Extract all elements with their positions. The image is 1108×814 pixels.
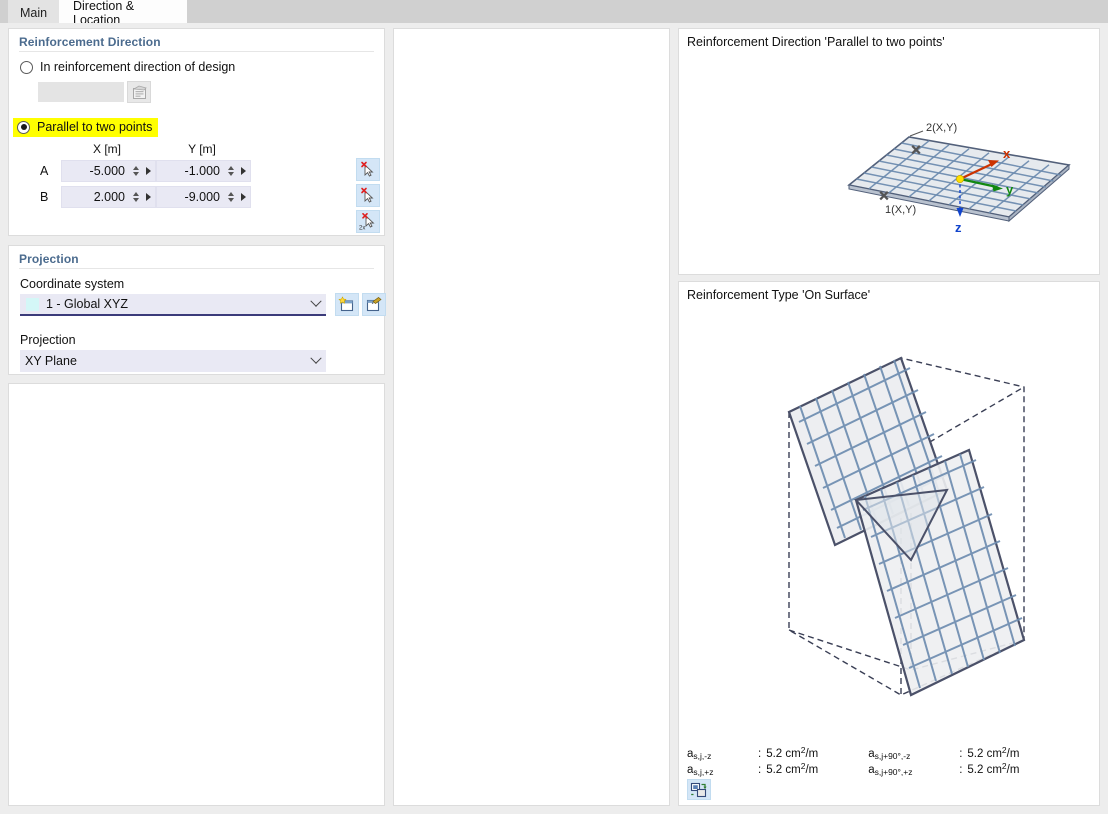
reinforcement-direction-preview-graphic: 2(X,Y) 1(X,Y) x y z	[847, 122, 1071, 235]
reinforcement-direction-title: Reinforcement Direction	[19, 35, 161, 49]
leader-line-2	[909, 130, 924, 137]
point-a-x-value: -5.000	[89, 164, 125, 178]
axis-label-z: z	[955, 220, 962, 235]
radio-indicator-design	[20, 60, 33, 74]
result-colon: :	[758, 748, 762, 760]
point-b-y-value: -9.000	[184, 190, 220, 204]
radio-parallel-highlight: Parallel to two points	[13, 118, 159, 137]
middle-empty-panel	[393, 28, 670, 806]
reinforcement-type-preview-graphic	[787, 356, 1026, 697]
result-colon: :	[758, 764, 762, 776]
radio-parallel-to-two-points[interactable]: Parallel to two points	[13, 118, 159, 137]
result-value: 5.2 cm2/m	[967, 745, 1020, 760]
reinforcement-type-preview-panel: Reinforcement Type 'On Surface' as,j,-z …	[678, 281, 1100, 806]
new-coordinate-system-button[interactable]	[335, 293, 359, 316]
result-as-j90-plus-z: as,j+90°,+z : 5.2 cm2/m	[868, 761, 1051, 777]
node-label-1: 1(X,Y)	[885, 204, 916, 216]
reinforcement-type-preview-title: Reinforcement Type 'On Surface'	[687, 288, 871, 302]
point-a-x-input[interactable]: -5.000	[61, 160, 156, 182]
pick-point-icon	[360, 161, 374, 177]
axis-label-x: x	[1003, 146, 1011, 161]
result-as-j90-minus-z: as,j+90°,-z : 5.2 cm2/m	[868, 745, 1051, 761]
pick-point-a-button[interactable]	[356, 158, 380, 181]
point-b-x-more-button[interactable]	[141, 187, 155, 207]
result-key: as,j+90°,+z	[868, 764, 913, 777]
result-as-j-minus-z: as,j,-z : 5.2 cm2/m	[687, 745, 850, 761]
point-b-y-more-button[interactable]	[236, 187, 250, 207]
projection-plane-value: XY Plane	[25, 354, 77, 368]
result-row: as,j,+z : 5.2 cm2/m as,j+90°,+z : 5.2 cm…	[687, 761, 1051, 777]
radio-label-parallel: Parallel to two points	[37, 120, 153, 134]
chevron-down-icon[interactable]	[306, 357, 326, 365]
result-colon: :	[959, 748, 963, 760]
point-a-y-input[interactable]: -1.000	[156, 160, 251, 182]
toggle-graphic-button[interactable]	[687, 779, 711, 800]
result-row: as,j,-z : 5.2 cm2/m as,j+90°,-z : 5.2 cm…	[687, 745, 1051, 761]
chevron-down-icon[interactable]	[306, 300, 326, 308]
list-select-icon-button	[127, 81, 151, 103]
pick-two-points-button[interactable]: 2x	[356, 210, 380, 233]
point-b-y-stepper[interactable]	[225, 187, 236, 207]
tab-direction-and-location[interactable]: Direction & Location	[59, 0, 187, 27]
reinforcement-direction-panel: Reinforcement Direction In reinforcement…	[8, 28, 385, 236]
result-key: as,j,+z	[687, 764, 714, 777]
result-value: 5.2 cm2/m	[967, 761, 1020, 776]
radio-indicator-parallel	[17, 120, 30, 134]
point-a-y-value: -1.000	[184, 164, 220, 178]
column-header-x: X [m]	[92, 142, 121, 156]
coordinate-system-label: Coordinate system	[20, 277, 125, 291]
coordinate-system-color-swatch	[26, 297, 39, 311]
point-a-y-more-button[interactable]	[236, 161, 250, 181]
point-b-x-input[interactable]: 2.000	[61, 186, 156, 208]
pick-2-points-icon: 2x	[359, 212, 375, 231]
reinforcement-area-results: as,j,-z : 5.2 cm2/m as,j+90°,-z : 5.2 cm…	[687, 745, 1051, 780]
new-coordinate-system-icon	[338, 296, 354, 312]
point-b-x-value: 2.000	[93, 190, 125, 204]
tab-strip: Main Direction & Location	[0, 0, 1108, 27]
row-label-a: A	[40, 164, 49, 178]
coordinate-system-select[interactable]: 1 - Global XYZ	[20, 294, 326, 316]
reinforcement-direction-preview-panel: Reinforcement Direction 'Parallel to two…	[678, 28, 1100, 275]
result-as-j-plus-z: as,j,+z : 5.2 cm2/m	[687, 761, 850, 777]
projection-plane-select[interactable]: XY Plane	[20, 350, 326, 372]
projection-plane-label: Projection	[20, 333, 76, 347]
point-b-y-input[interactable]: -9.000	[156, 186, 251, 208]
toggle-graphic-icon	[690, 782, 707, 797]
coordinate-system-value: 1 - Global XYZ	[46, 297, 128, 311]
section-divider	[19, 51, 374, 52]
projection-title: Projection	[19, 252, 79, 266]
point-a-x-stepper[interactable]	[130, 161, 141, 181]
result-key: as,j+90°,-z	[868, 748, 911, 761]
result-value: 5.2 cm2/m	[766, 761, 819, 776]
result-value: 5.2 cm2/m	[766, 745, 819, 760]
tab-strip-underline	[0, 23, 1108, 25]
edit-coordinate-system-icon	[366, 297, 382, 312]
pick-point-b-button[interactable]	[356, 184, 380, 207]
section-divider	[19, 268, 374, 269]
point-b-x-stepper[interactable]	[130, 187, 141, 207]
row-label-b: B	[40, 190, 49, 204]
design-direction-input	[38, 82, 124, 102]
result-key: as,j,-z	[687, 748, 712, 761]
origin-point	[955, 175, 964, 184]
node-label-2: 2(X,Y)	[926, 122, 957, 134]
radio-label-design: In reinforcement direction of design	[40, 60, 236, 74]
point-a-y-stepper[interactable]	[225, 161, 236, 181]
svg-text:2x: 2x	[359, 225, 365, 231]
tab-main-label: Main	[19, 5, 48, 20]
result-colon: :	[959, 764, 963, 776]
projection-panel: Projection Coordinate system 1 - Global …	[8, 245, 386, 375]
column-header-y: Y [m]	[188, 142, 216, 156]
tab-main[interactable]: Main	[8, 0, 59, 25]
reinforcement-direction-preview-title: Reinforcement Direction 'Parallel to two…	[687, 35, 945, 49]
edit-coordinate-system-button[interactable]	[362, 293, 386, 316]
axis-label-y: y	[1006, 182, 1014, 197]
radio-in-reinforcement-direction-of-design[interactable]: In reinforcement direction of design	[20, 60, 235, 74]
left-empty-panel	[8, 383, 385, 806]
list-select-icon	[132, 85, 147, 99]
point-a-x-more-button[interactable]	[141, 161, 155, 181]
pick-point-icon	[360, 187, 374, 203]
